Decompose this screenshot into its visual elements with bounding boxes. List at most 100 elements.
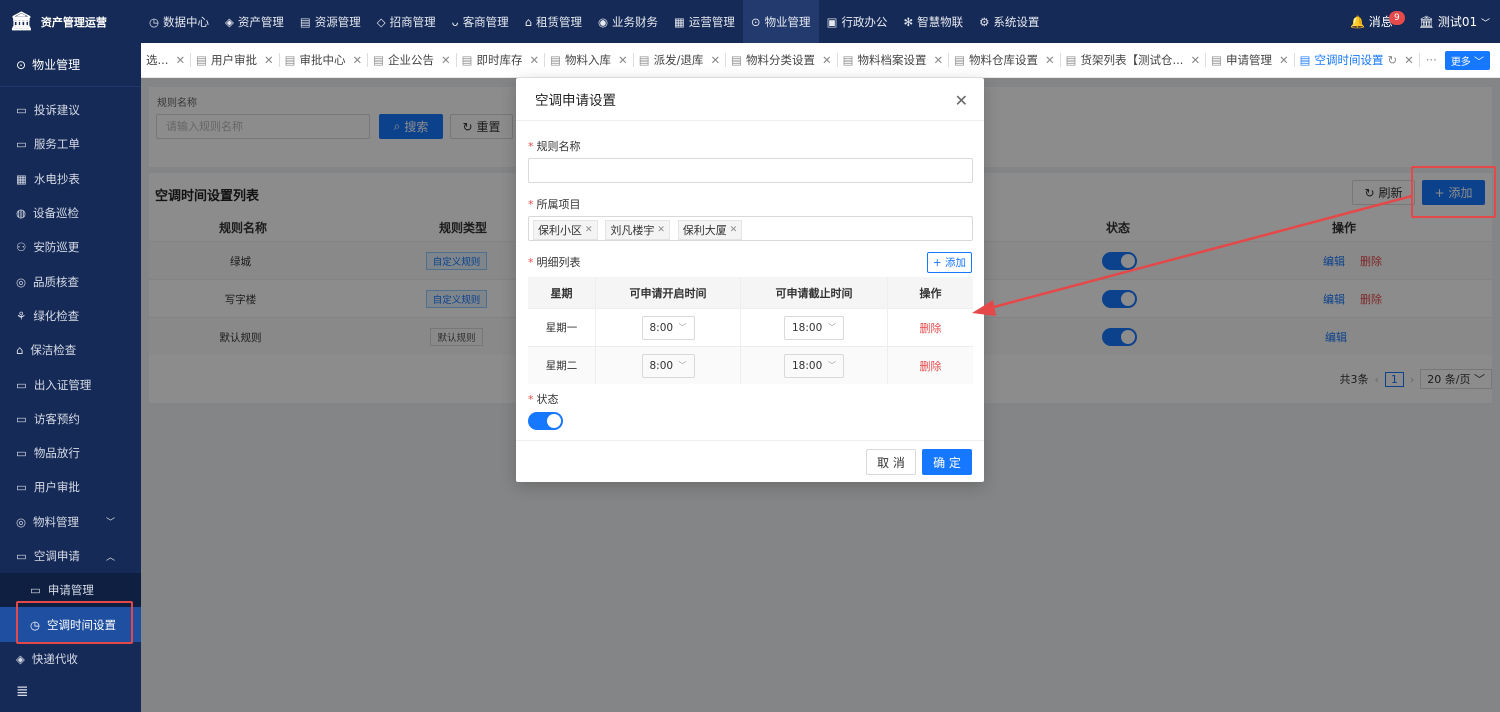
close-tab-icon[interactable]: ✕	[1190, 53, 1200, 67]
remove-chip-icon[interactable]: ✕	[730, 225, 738, 235]
close-icon[interactable]: ✕	[955, 91, 968, 110]
topnav-item[interactable]: ◇ 招商管理	[369, 0, 444, 43]
page-tab[interactable]: ▤ 空调时间设置 ↻ ✕	[1295, 53, 1420, 67]
property-icon: ⊙	[750, 14, 761, 29]
tab-label: 选...	[146, 53, 169, 67]
project-chip: 刘凡楼宇 ✕	[605, 220, 670, 240]
topnav-item[interactable]: ▦ 运营管理	[666, 0, 743, 43]
topnav-item[interactable]: ⚙ 系统设置	[971, 0, 1047, 43]
sidebar-item-label: 访客预约	[33, 411, 80, 426]
close-tab-icon[interactable]: ✕	[441, 53, 451, 67]
page-tab[interactable]: ▤ 物料仓库设置 ✕	[949, 53, 1061, 67]
sidebar-item[interactable]: ▭ 访客预约	[0, 402, 141, 436]
end-time-select[interactable]: 18:00 ﹀	[784, 315, 844, 340]
sidebar-item[interactable]: ▭ 出入证管理	[0, 367, 141, 401]
sidebar-item-icon: ▭	[30, 583, 41, 598]
page-tab[interactable]: 选... ✕	[141, 53, 192, 67]
page-tab[interactable]: ▤ 审批中心 ✕	[280, 53, 369, 67]
chevron-up-icon: ︿	[105, 552, 115, 563]
delete-detail-link[interactable]: 删除	[920, 320, 942, 336]
close-tab-icon[interactable]: ✕	[264, 53, 274, 67]
sidebar-item[interactable]: ▭ 物品放行	[0, 436, 141, 470]
sidebar-header[interactable]: ⊙ 物业管理	[0, 43, 141, 87]
tab-label: 物料档案设置	[857, 53, 927, 67]
start-time-select[interactable]: 8:00 ﹀	[641, 315, 695, 340]
remove-chip-icon[interactable]: ✕	[657, 225, 665, 235]
page-tab[interactable]: ▤ 申请管理 ✕	[1206, 53, 1295, 67]
top-nav-menu: ◷ 数据中心 ◈ 资产管理 ▤ 资源管理 ◇ 招商管理 ᴗ 客商管理 ⌂ 租赁管理 ◉ 业务财务 ▦ 运营管理…	[141, 0, 1047, 43]
sidebar-item[interactable]: ▦ 水电抄表	[0, 162, 141, 196]
page-tab[interactable]: ▤ 物料入库 ✕	[545, 53, 634, 67]
messages-button[interactable]: 🔔 消息9	[1350, 10, 1405, 31]
iot-icon: ✻	[903, 14, 914, 29]
day-cell: 星期一	[528, 309, 596, 346]
sidebar-item[interactable]: ◈ 快递代收	[0, 642, 141, 676]
sidebar-item-icon: ▭	[16, 411, 27, 426]
header-right: 🔔 消息9 🏛 测试01 ﹀	[1350, 0, 1490, 43]
user-menu[interactable]: 🏛 测试01 ﹀	[1419, 13, 1490, 30]
close-tab-icon[interactable]: ✕	[822, 53, 832, 67]
topnav-item[interactable]: ◈ 资产管理	[217, 0, 292, 43]
collapse-menu-icon[interactable]: ≣	[16, 682, 29, 700]
close-tab-icon[interactable]: ✕	[530, 53, 540, 67]
topnav-item[interactable]: ▤ 资源管理	[292, 0, 369, 43]
sidebar-item[interactable]: ▭ 用户审批	[0, 470, 141, 504]
reload-tab-icon[interactable]: ↻	[1388, 53, 1398, 67]
modal-status-toggle[interactable]	[528, 412, 563, 430]
close-tab-icon[interactable]: ✕	[1045, 53, 1055, 67]
project-multiselect[interactable]: 保利小区 ✕ 刘凡楼宇 ✕ 保利大厦 ✕	[528, 216, 973, 241]
tab-page-icon: ▤	[550, 53, 562, 67]
close-tab-icon[interactable]: ✕	[710, 53, 720, 67]
page-tab[interactable]: ▤ 物料分类设置 ✕	[726, 53, 838, 67]
tab-label: 申请管理	[1225, 53, 1272, 67]
topnav-item[interactable]: ⊙ 物业管理	[742, 0, 819, 43]
sidebar-item[interactable]: ⌂ 保洁检查	[0, 333, 141, 367]
end-time-select[interactable]: 18:00 ﹀	[784, 353, 844, 378]
close-tab-icon[interactable]: ✕	[933, 53, 943, 67]
detail-table: 星期 可申请开启时间 可申请截止时间 操作 星期一 8:00 ﹀ 18:00 ﹀ 删…	[528, 277, 973, 384]
tabs-more-label: 更多	[1450, 56, 1471, 68]
topnav-label: 行政办公	[841, 14, 888, 29]
topnav-item[interactable]: ▣ 行政办公	[819, 0, 896, 43]
tabs-ellipsis-icon[interactable]: ···	[1426, 53, 1437, 67]
sidebar-item[interactable]: ▭ 服务工单	[0, 127, 141, 161]
close-tab-icon[interactable]: ✕	[1404, 53, 1414, 67]
topnav-item[interactable]: ✻ 智慧物联	[895, 0, 971, 43]
sidebar-item[interactable]: ◎ 品质核查	[0, 264, 141, 298]
delete-detail-link[interactable]: 删除	[920, 358, 942, 374]
page-tab[interactable]: ▤ 物料档案设置 ✕	[838, 53, 950, 67]
page-tab[interactable]: ▤ 企业公告 ✕	[368, 53, 457, 67]
topnav-item[interactable]: ⌂ 租赁管理	[517, 0, 590, 43]
sidebar-item[interactable]: ◎ 物料管理 ﹀	[0, 505, 141, 539]
app-logo[interactable]: 🏛 资产管理运营	[0, 0, 141, 43]
close-tab-icon[interactable]: ✕	[175, 53, 185, 67]
tabs-more-button[interactable]: 更多 ﹀	[1444, 50, 1490, 70]
sidebar-item[interactable]: ▭ 空调申请 ︿	[0, 539, 141, 573]
page-tab[interactable]: ▤ 货架列表【测试仓... ✕	[1061, 53, 1207, 67]
page-tab[interactable]: ▤ 即时库存 ✕	[457, 53, 546, 67]
sidebar-item-label: 物料管理	[33, 514, 80, 529]
close-tab-icon[interactable]: ✕	[1279, 53, 1289, 67]
topnav-label: 资源管理	[314, 14, 361, 29]
close-tab-icon[interactable]: ✕	[618, 53, 628, 67]
topnav-item[interactable]: ᴗ 客商管理	[444, 0, 517, 43]
topnav-item[interactable]: ◉ 业务财务	[590, 0, 666, 43]
remove-chip-icon[interactable]: ✕	[585, 225, 593, 235]
start-time-select[interactable]: 8:00 ﹀	[641, 353, 695, 378]
confirm-button[interactable]: 确 定	[922, 449, 972, 475]
sidebar-item-label: 申请管理	[47, 583, 94, 598]
sidebar-item[interactable]: ▭ 投诉建议	[0, 93, 141, 127]
page-tab[interactable]: ▤ 派发/退库 ✕	[634, 53, 727, 67]
topnav-item[interactable]: ◷ 数据中心	[141, 0, 217, 43]
sidebar-item[interactable]: ⚘ 绿化检查	[0, 299, 141, 333]
close-tab-icon[interactable]: ✕	[353, 53, 363, 67]
add-detail-button[interactable]: + 添加	[926, 252, 972, 273]
sidebar-item[interactable]: ⚇ 安防巡更	[0, 230, 141, 264]
sidebar-item[interactable]: ◍ 设备巡检	[0, 196, 141, 230]
tab-page-icon: ▤	[1211, 53, 1222, 67]
rule-name-input[interactable]	[528, 158, 973, 183]
page-tab[interactable]: ▤ 用户审批 ✕	[191, 53, 280, 67]
tab-page-icon: ▤	[842, 53, 854, 67]
cancel-button[interactable]: 取 消	[866, 449, 916, 475]
tab-label: 用户审批	[210, 53, 257, 67]
